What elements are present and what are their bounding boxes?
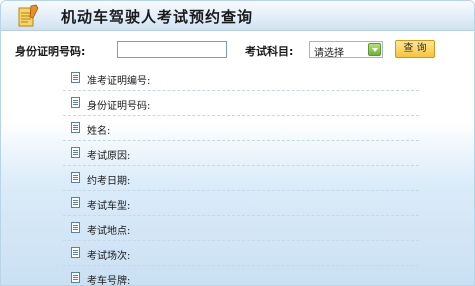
search-form: 身份证明号码: 考试科目: 请选择 查 询 bbox=[1, 39, 474, 61]
field-row: 考试场次: bbox=[63, 242, 419, 266]
notepad-pencil-icon bbox=[18, 4, 39, 27]
document-icon bbox=[71, 72, 80, 83]
field-row: 考试车型: bbox=[63, 192, 419, 216]
field-row: 身份证明号码: bbox=[63, 92, 419, 116]
field-label: 考试场次: bbox=[87, 251, 131, 262]
page-title: 机动车驾驶人考试预约查询 bbox=[61, 8, 254, 26]
field-label: 考试车型: bbox=[87, 201, 131, 212]
field-row: 姓名: bbox=[63, 117, 419, 141]
subject-label: 考试科目: bbox=[245, 45, 294, 58]
id-number-label: 身份证明号码: bbox=[15, 45, 86, 58]
document-icon bbox=[71, 222, 80, 233]
field-row: 考车号牌: bbox=[63, 267, 419, 286]
document-icon bbox=[71, 197, 80, 208]
subject-selected-value: 请选择 bbox=[314, 48, 344, 59]
field-row: 约考日期: bbox=[63, 167, 419, 191]
field-label: 考试原因: bbox=[87, 151, 131, 162]
document-icon bbox=[71, 272, 80, 283]
chevron-down-icon[interactable] bbox=[368, 43, 381, 56]
query-panel: 机动车驾驶人考试预约查询 身份证明号码: 考试科目: 请选择 查 询 准考证明编… bbox=[0, 0, 475, 286]
title-bar: 机动车驾驶人考试预约查询 bbox=[1, 1, 474, 31]
document-icon bbox=[71, 147, 80, 158]
field-label: 考车号牌: bbox=[87, 276, 131, 286]
field-row: 考试原因: bbox=[63, 142, 419, 166]
subject-select[interactable]: 请选择 bbox=[309, 41, 383, 59]
document-icon bbox=[71, 122, 80, 133]
field-label: 约考日期: bbox=[87, 176, 131, 187]
id-number-input[interactable] bbox=[117, 41, 227, 58]
field-label: 姓名: bbox=[87, 126, 111, 137]
document-icon bbox=[71, 247, 80, 258]
field-row: 考试地点: bbox=[63, 217, 419, 241]
document-icon bbox=[71, 172, 80, 183]
field-label: 身份证明号码: bbox=[87, 101, 151, 112]
field-label: 考试地点: bbox=[87, 226, 131, 237]
field-row: 准考证明编号: bbox=[63, 67, 419, 91]
query-button[interactable]: 查 询 bbox=[395, 40, 435, 58]
field-label: 准考证明编号: bbox=[87, 76, 151, 87]
document-icon bbox=[71, 97, 80, 108]
